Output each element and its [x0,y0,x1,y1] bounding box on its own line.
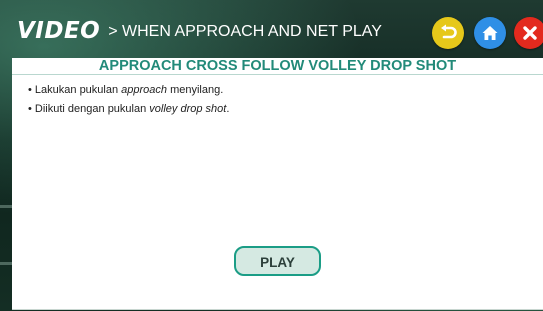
home-button[interactable] [474,17,506,49]
instruction-text: . [226,103,230,115]
bullet-marker: • [28,103,32,115]
list-item: • Diikuti dengan pukulan volley drop sho… [28,101,229,117]
header-bar: VIDEO > WHEN APPROACH AND NET PLAY [0,0,543,58]
list-item: • Lakukan pukulan approach menyilang. [28,82,229,98]
background-stripe [0,205,12,208]
bullet-marker: • [28,84,32,96]
background-stripe [0,262,12,265]
panel-heading: APPROACH CROSS FOLLOW VOLLEY DROP SHOT [98,58,457,74]
content-panel: APPROACH CROSS FOLLOW VOLLEY DROP SHOT •… [12,58,543,310]
close-button[interactable] [514,17,543,49]
instruction-emphasis: approach [121,84,168,96]
panel-heading-divider [12,74,543,75]
header-title: VIDEO > WHEN APPROACH AND NET PLAY [17,20,382,45]
back-button[interactable] [432,17,464,49]
instruction-list: • Lakukan pukulan approach menyilang. • … [28,82,229,120]
back-arrow-icon [441,24,457,39]
page-title: > WHEN APPROACH AND NET PLAY [108,23,382,40]
instruction-text: Lakukan pukulan [34,84,122,96]
instruction-emphasis: volley drop shot [149,103,227,115]
video-brand-label: VIDEO [17,18,101,44]
instruction-text: menyilang. [167,84,224,96]
instruction-text: Diikuti dengan pukulan [34,103,150,115]
close-icon [523,26,537,40]
home-icon [482,26,498,40]
play-button[interactable]: PLAY [234,246,321,276]
